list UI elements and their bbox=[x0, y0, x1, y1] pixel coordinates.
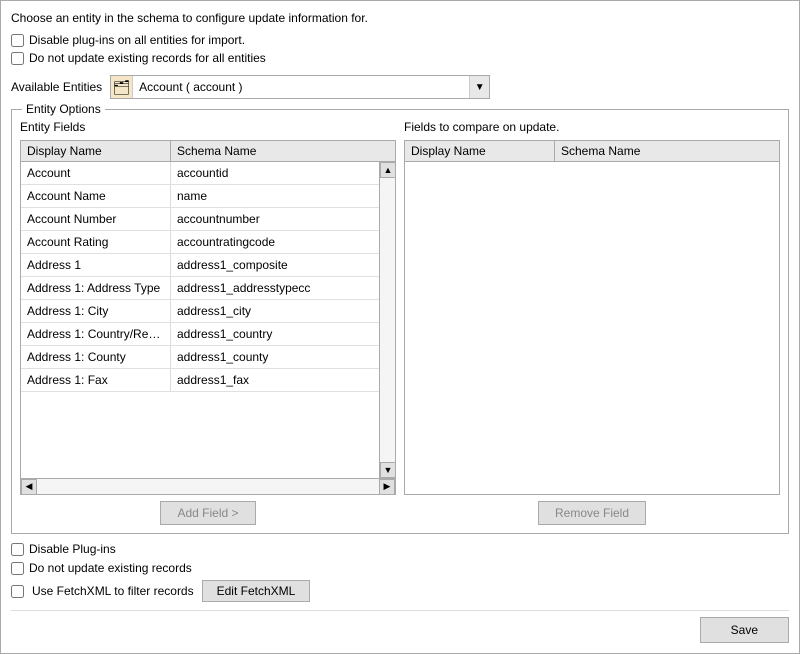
no-update-checkbox[interactable] bbox=[11, 562, 24, 575]
left-table-body: AccountaccountidAccount NamenameAccount … bbox=[21, 162, 379, 478]
fetch-xml-label: Use FetchXML to filter records bbox=[32, 584, 194, 598]
cell-schema-name: accountid bbox=[171, 162, 379, 184]
table-row[interactable]: Address 1: Cityaddress1_city bbox=[21, 300, 379, 323]
global-no-update-row: Do not update existing records for all e… bbox=[11, 51, 789, 65]
cell-display-name: Account bbox=[21, 162, 171, 184]
table-row[interactable]: Account Numberaccountnumber bbox=[21, 208, 379, 231]
left-col-display-header: Display Name bbox=[21, 141, 171, 161]
top-description: Choose an entity in the schema to config… bbox=[11, 11, 789, 25]
global-disable-plugins-row: Disable plug-ins on all entities for imp… bbox=[11, 33, 789, 47]
right-table-container: Display Name Schema Name bbox=[404, 140, 780, 495]
bottom-checkboxes: Disable Plug-ins Do not update existing … bbox=[11, 542, 789, 602]
scroll-down-btn[interactable]: ▼ bbox=[380, 462, 395, 478]
entity-icon: 🗂 bbox=[111, 76, 133, 98]
cell-schema-name: address1_fax bbox=[171, 369, 379, 391]
edit-fetchxml-button[interactable]: Edit FetchXML bbox=[202, 580, 311, 602]
cell-schema-name: accountratingcode bbox=[171, 231, 379, 253]
cell-schema-name: address1_city bbox=[171, 300, 379, 322]
main-container: Choose an entity in the schema to config… bbox=[0, 0, 800, 654]
table-row[interactable]: Address 1: Countyaddress1_county bbox=[21, 346, 379, 369]
right-panel: Display Name Schema Name Remove Field bbox=[404, 140, 780, 525]
disable-plugins-row: Disable Plug-ins bbox=[11, 542, 789, 556]
left-horizontal-scrollbar[interactable]: ◀ ▶ bbox=[21, 478, 395, 494]
cell-display-name: Address 1: Address Type bbox=[21, 277, 171, 299]
no-update-row: Do not update existing records bbox=[11, 561, 789, 575]
global-no-update-label: Do not update existing records for all e… bbox=[29, 51, 266, 65]
entity-dropdown[interactable]: 🗂 Account ( account ) ▼ bbox=[110, 75, 490, 99]
scroll-left-btn[interactable]: ◀ bbox=[21, 479, 37, 495]
table-row[interactable]: Address 1: Address Typeaddress1_addresst… bbox=[21, 277, 379, 300]
table-row[interactable]: Accountaccountid bbox=[21, 162, 379, 185]
cell-display-name: Address 1: County bbox=[21, 346, 171, 368]
remove-field-row: Remove Field bbox=[404, 501, 780, 525]
available-entities-row: Available Entities 🗂 Account ( account )… bbox=[11, 75, 789, 99]
disable-plugins-checkbox[interactable] bbox=[11, 543, 24, 556]
global-checkboxes: Disable plug-ins on all entities for imp… bbox=[11, 33, 789, 65]
cell-schema-name: address1_addresstypecc bbox=[171, 277, 379, 299]
disable-plugins-label: Disable Plug-ins bbox=[29, 542, 116, 556]
cell-schema-name: accountnumber bbox=[171, 208, 379, 230]
cell-schema-name: address1_country bbox=[171, 323, 379, 345]
right-col-schema-header: Schema Name bbox=[555, 141, 779, 161]
left-table-inner: Display Name Schema Name Accountaccounti… bbox=[21, 141, 395, 494]
fetch-xml-row: Use FetchXML to filter records Edit Fetc… bbox=[11, 580, 789, 602]
entity-options-legend: Entity Options bbox=[22, 102, 105, 116]
right-col-display-header: Display Name bbox=[405, 141, 555, 161]
left-panel: Display Name Schema Name Accountaccounti… bbox=[20, 140, 396, 525]
add-field-button[interactable]: Add Field > bbox=[160, 501, 255, 525]
cell-display-name: Address 1: City bbox=[21, 300, 171, 322]
h-scroll-track[interactable] bbox=[37, 479, 379, 494]
scroll-up-btn[interactable]: ▲ bbox=[380, 162, 395, 178]
left-table-header: Display Name Schema Name bbox=[21, 141, 395, 162]
cell-display-name: Address 1: Fax bbox=[21, 369, 171, 391]
entity-options-content: Entity Fields Fields to compare on updat… bbox=[20, 120, 780, 525]
cell-display-name: Account Name bbox=[21, 185, 171, 207]
entity-fields-label: Entity Fields bbox=[20, 120, 396, 134]
cell-display-name: Account Rating bbox=[21, 231, 171, 253]
add-field-row: Add Field > bbox=[20, 501, 396, 525]
left-col-schema-header: Schema Name bbox=[171, 141, 395, 161]
cell-schema-name: name bbox=[171, 185, 379, 207]
cell-display-name: Address 1: Country/Region bbox=[21, 323, 171, 345]
dropdown-arrow-icon[interactable]: ▼ bbox=[469, 76, 489, 98]
left-vertical-scrollbar[interactable]: ▲ ▼ bbox=[379, 162, 395, 478]
left-table-container: Display Name Schema Name Accountaccounti… bbox=[20, 140, 396, 495]
footer-row: Save bbox=[11, 610, 789, 643]
available-entities-label: Available Entities bbox=[11, 80, 102, 94]
cell-display-name: Account Number bbox=[21, 208, 171, 230]
global-disable-plugins-checkbox[interactable] bbox=[11, 34, 24, 47]
entity-options-group: Entity Options Entity Fields Fields to c… bbox=[11, 109, 789, 534]
right-table-header: Display Name Schema Name bbox=[405, 141, 779, 162]
scroll-track[interactable] bbox=[380, 178, 395, 462]
global-no-update-checkbox[interactable] bbox=[11, 52, 24, 65]
table-row[interactable]: Address 1: Faxaddress1_fax bbox=[21, 369, 379, 392]
table-row[interactable]: Account Namename bbox=[21, 185, 379, 208]
global-disable-plugins-label: Disable plug-ins on all entities for imp… bbox=[29, 33, 245, 47]
cell-schema-name: address1_composite bbox=[171, 254, 379, 276]
no-update-label: Do not update existing records bbox=[29, 561, 192, 575]
remove-field-button[interactable]: Remove Field bbox=[538, 501, 646, 525]
save-button[interactable]: Save bbox=[700, 617, 789, 643]
fields-compare-label: Fields to compare on update. bbox=[404, 120, 780, 134]
entity-dropdown-text: Account ( account ) bbox=[133, 80, 469, 94]
right-table-body bbox=[405, 162, 779, 494]
cell-schema-name: address1_county bbox=[171, 346, 379, 368]
fields-panels: Display Name Schema Name Accountaccounti… bbox=[20, 140, 780, 525]
fetch-xml-checkbox[interactable] bbox=[11, 585, 24, 598]
scroll-right-btn[interactable]: ▶ bbox=[379, 479, 395, 495]
table-row[interactable]: Address 1address1_composite bbox=[21, 254, 379, 277]
table-row[interactable]: Address 1: Country/Regionaddress1_countr… bbox=[21, 323, 379, 346]
table-row[interactable]: Account Ratingaccountratingcode bbox=[21, 231, 379, 254]
cell-display-name: Address 1 bbox=[21, 254, 171, 276]
